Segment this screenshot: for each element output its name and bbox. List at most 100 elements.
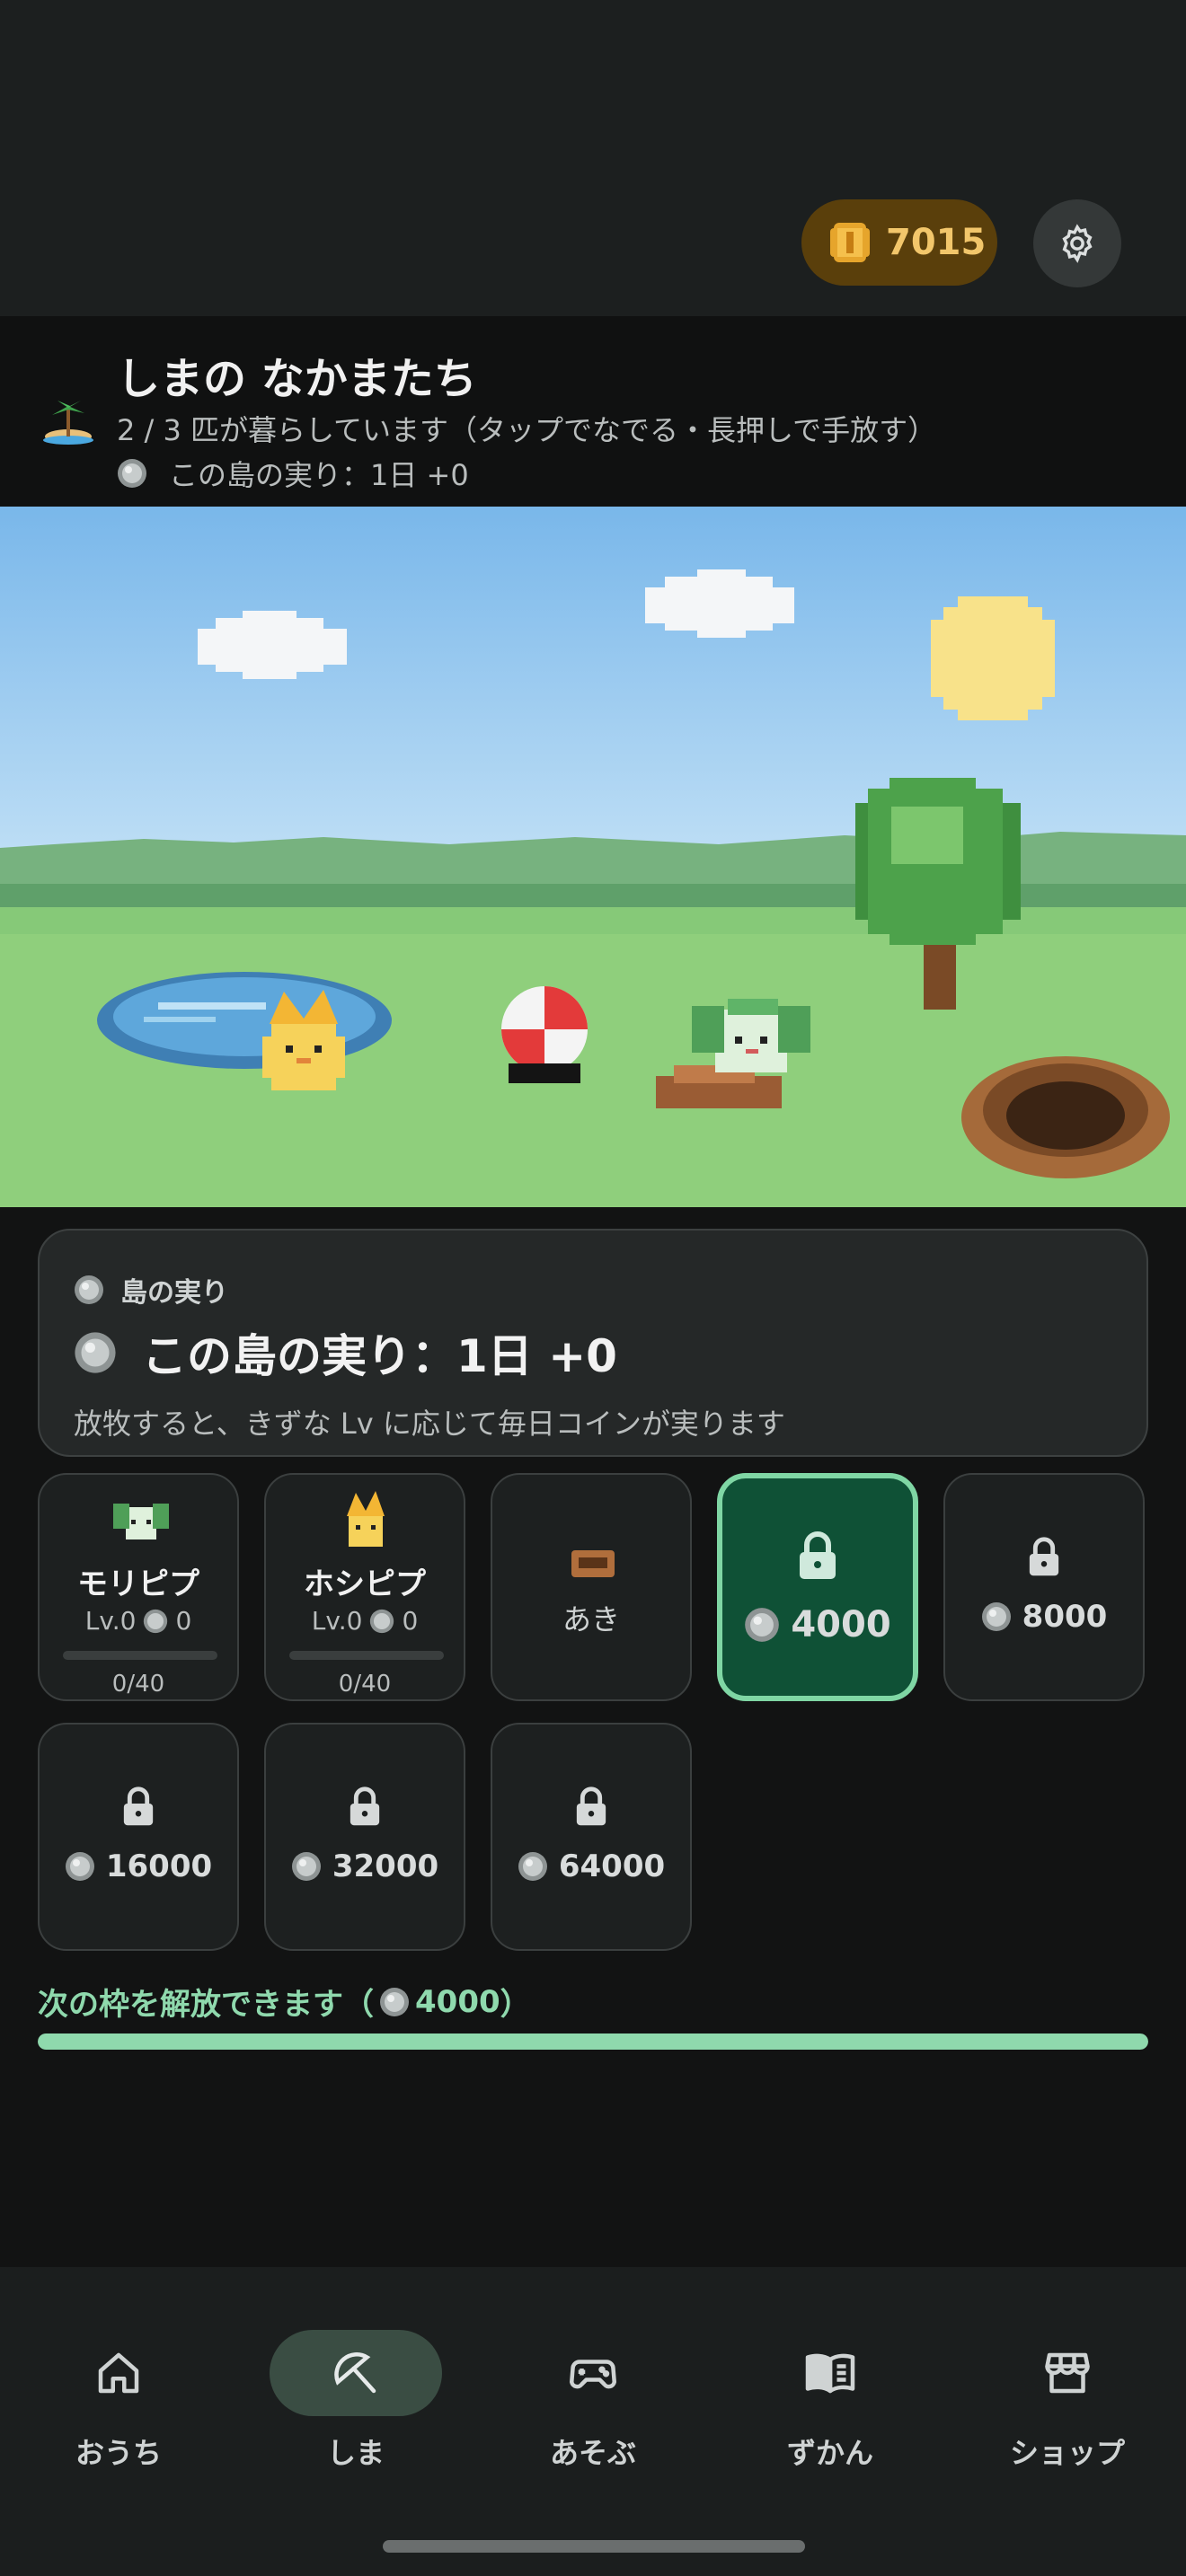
resident-count-text: 2 / 3 匹が暮らしています（タップでなでる・長押しで手放す） bbox=[117, 413, 937, 447]
hoshipipu-icon bbox=[347, 1491, 385, 1547]
slot-cost: 8000 bbox=[945, 1599, 1143, 1635]
fruit-summary-text: この島の実り：1日 +0 bbox=[169, 458, 469, 492]
coin-balance[interactable]: 7015 bbox=[801, 199, 997, 286]
nav-item-home[interactable]: おうち bbox=[29, 2308, 208, 2470]
slot-cost-value: 64000 bbox=[558, 1848, 666, 1884]
silver-coin-icon bbox=[144, 1609, 168, 1633]
slot-locked[interactable]: 32000 bbox=[264, 1723, 465, 1951]
silver-coin-icon bbox=[370, 1609, 394, 1633]
bottom-navigation: おうち しま あそぶ ずかん ショップ bbox=[0, 2267, 1186, 2576]
silver-coin-icon bbox=[118, 459, 146, 488]
fruit-summary: この島の実り：1日 +0 bbox=[117, 453, 469, 494]
nav-item-encyclopedia[interactable]: ずかん bbox=[740, 2308, 920, 2470]
slot-locked[interactable]: 8000 bbox=[943, 1473, 1145, 1701]
shop-icon bbox=[1045, 2352, 1090, 2394]
empty-slot-label: あき bbox=[562, 1602, 620, 1636]
slot-cost: 16000 bbox=[40, 1848, 237, 1884]
unlock-progress-fill bbox=[38, 2033, 1148, 2050]
home-indicator[interactable] bbox=[383, 2540, 805, 2553]
fruit-card-label-row: 島の実り bbox=[74, 1270, 228, 1310]
nav-icon-container bbox=[32, 2330, 205, 2416]
fruit-card-title-row: この島の実り：1日 +0 bbox=[74, 1320, 617, 1385]
coin-icon bbox=[830, 223, 870, 262]
silver-coin-icon bbox=[291, 1852, 321, 1881]
slot-cost-value: 16000 bbox=[105, 1848, 213, 1884]
slot-locked[interactable]: 16000 bbox=[38, 1723, 239, 1951]
book-icon bbox=[805, 2353, 855, 2394]
island-scene[interactable] bbox=[0, 507, 1186, 1207]
silver-coin-icon bbox=[745, 1608, 780, 1642]
pet-level: Lv.0 bbox=[84, 1606, 137, 1636]
pet-name: モリピプ bbox=[77, 1566, 199, 1602]
island-header: しまの なかまたち 2 / 3 匹が暮らしています（タップでなでる・長押しで手放… bbox=[0, 316, 1186, 507]
moripipu-icon bbox=[113, 1504, 169, 1539]
nav-icon-container bbox=[270, 2330, 442, 2416]
slot-cost-value: 4000 bbox=[791, 1604, 891, 1645]
nav-item-play[interactable]: あそぶ bbox=[503, 2308, 683, 2470]
nav-icon-container bbox=[507, 2330, 679, 2416]
slot-locked-selected[interactable]: 4000 bbox=[717, 1473, 918, 1701]
nav-item-shop[interactable]: ショップ bbox=[978, 2308, 1157, 2470]
lock-icon bbox=[123, 1786, 154, 1826]
top-bar: 7015 bbox=[0, 0, 1186, 316]
slot-cost: 32000 bbox=[266, 1848, 464, 1884]
gamepad-icon bbox=[570, 2360, 616, 2389]
lock-icon bbox=[800, 1531, 836, 1579]
toy-ball bbox=[501, 986, 588, 1083]
bond-progress-bar bbox=[289, 1651, 444, 1660]
lock-icon bbox=[576, 1786, 606, 1826]
lock-icon bbox=[350, 1786, 380, 1826]
island-icon bbox=[43, 401, 93, 445]
page-title: しまの なかまたち bbox=[117, 354, 477, 404]
unlock-status: 次の枠を解放できます（ 4000 ） bbox=[38, 1980, 531, 2024]
slot-empty[interactable]: あき bbox=[491, 1473, 692, 1701]
nav-icon-container bbox=[981, 2330, 1154, 2416]
nav-label: おうち bbox=[75, 2436, 162, 2470]
nav-label: ショップ bbox=[1009, 2436, 1125, 2470]
silver-coin-icon bbox=[518, 1852, 547, 1881]
bond-progress-text: 0/40 bbox=[338, 1671, 392, 1698]
slot-cost: 4000 bbox=[722, 1604, 913, 1645]
pet-level-row: Lv.0 0 bbox=[266, 1606, 464, 1636]
pet-name: ホシピプ bbox=[304, 1566, 426, 1602]
empty-bed-icon bbox=[571, 1550, 615, 1577]
slot-cost-value: 8000 bbox=[1022, 1599, 1108, 1635]
fruit-card-description: 放牧すると、きずな Lv に応じて毎日コインが実ります bbox=[74, 1407, 785, 1441]
nav-item-island[interactable]: しま bbox=[266, 2308, 446, 2470]
lock-icon bbox=[1029, 1537, 1059, 1576]
silver-coin-icon bbox=[380, 1987, 409, 2016]
settings-button[interactable] bbox=[1033, 199, 1121, 287]
pet-coin-value: 0 bbox=[402, 1606, 419, 1636]
nav-label: あそぶ bbox=[549, 2436, 636, 2470]
sun bbox=[931, 596, 1055, 720]
cloud bbox=[645, 569, 794, 638]
silver-coin-icon bbox=[981, 1602, 1011, 1631]
pet-level-row: Lv.0 0 bbox=[40, 1606, 237, 1636]
unlock-progress-bar bbox=[38, 2033, 1148, 2050]
nav-label: ずかん bbox=[786, 2436, 873, 2470]
coin-count: 7015 bbox=[886, 222, 987, 263]
silver-coin-icon bbox=[75, 1332, 116, 1373]
burrow bbox=[961, 1056, 1170, 1178]
home-icon bbox=[98, 2352, 139, 2394]
island-scene-art bbox=[0, 507, 1186, 1207]
unlock-prefix: 次の枠を解放できます（ bbox=[38, 1987, 374, 2023]
pet-coin-value: 0 bbox=[175, 1606, 192, 1636]
slot-locked[interactable]: 64000 bbox=[491, 1723, 692, 1951]
nav-label: しま bbox=[326, 2436, 385, 2470]
island-fruit-card: 島の実り この島の実り：1日 +0 放牧すると、きずな Lv に応じて毎日コイン… bbox=[38, 1229, 1148, 1457]
island-icon bbox=[334, 2352, 376, 2394]
unlock-suffix: ） bbox=[500, 1987, 531, 2023]
slot-cost-value: 32000 bbox=[332, 1848, 439, 1884]
slot-pet-hoshipipu[interactable]: ホシピプ Lv.0 0 0/40 bbox=[264, 1473, 465, 1701]
bond-progress-bar bbox=[63, 1651, 217, 1660]
bond-progress-text: 0/40 bbox=[111, 1671, 165, 1698]
silver-coin-icon bbox=[65, 1852, 94, 1881]
unlock-cost: 4000 bbox=[415, 1983, 500, 2020]
pet-level: Lv.0 bbox=[311, 1606, 363, 1636]
fruit-card-title: この島の実り：1日 +0 bbox=[142, 1330, 617, 1382]
silver-coin-icon bbox=[75, 1275, 103, 1304]
pond bbox=[97, 972, 392, 1069]
gear-icon bbox=[1062, 224, 1093, 263]
slot-pet-moripipu[interactable]: モリピプ Lv.0 0 0/40 bbox=[38, 1473, 239, 1701]
